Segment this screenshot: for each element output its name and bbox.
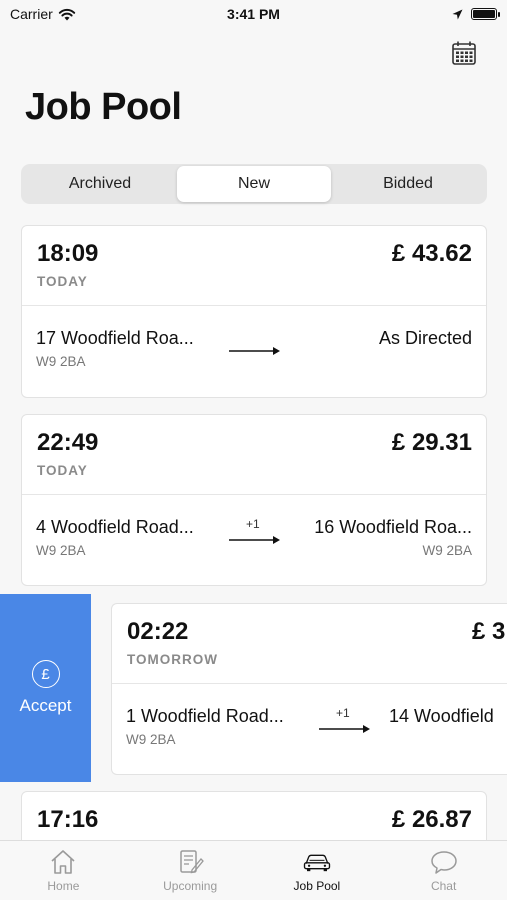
- job-time: 02:22: [127, 618, 189, 645]
- pickup-postcode: W9 2BA: [36, 354, 86, 369]
- pickup-address: 17 Woodfield Roa...: [36, 328, 194, 348]
- dropoff-postcode: W9 2BA: [422, 543, 472, 558]
- notepad-icon: [180, 850, 205, 874]
- carrier-label: Carrier: [10, 6, 53, 22]
- job-route: 1 Woodfield Road... W9 2BA +1 14 Woodfie…: [112, 684, 507, 774]
- tab-chat[interactable]: Chat: [380, 841, 507, 900]
- status-left: Carrier: [10, 6, 76, 22]
- dropoff-address: 14 Woodfield: [389, 706, 494, 726]
- job-card[interactable]: 02:22 TOMORROW £ 3 1 Woodfield Road... W…: [111, 603, 507, 775]
- calendar-icon[interactable]: [451, 40, 477, 66]
- pickup-postcode: W9 2BA: [36, 543, 86, 558]
- tab-label: Home: [47, 879, 80, 893]
- status-right: [452, 8, 500, 20]
- segment-new[interactable]: New: [177, 166, 331, 202]
- job-time: 17:16: [37, 806, 99, 833]
- job-card-header: 02:22 TOMORROW £ 3: [112, 604, 507, 684]
- extra-stops-count: +1: [336, 706, 350, 720]
- job-card[interactable]: 18:09 TODAY £ 43.62 17 Woodfield Roa... …: [21, 225, 487, 398]
- accept-button[interactable]: £ Accept: [0, 594, 91, 782]
- job-price: £ 29.31: [391, 429, 472, 456]
- arrow-right-icon: [229, 347, 280, 355]
- tab-label: Upcoming: [163, 879, 218, 893]
- pickup-address: 1 Woodfield Road...: [126, 706, 284, 726]
- job-card-header: 22:49 TODAY £ 29.31: [22, 415, 486, 495]
- segment-bidded[interactable]: Bidded: [331, 166, 485, 202]
- dropoff-address: 16 Woodfield Roa...: [314, 517, 472, 537]
- arrow-right-icon: [319, 725, 370, 733]
- tab-label: Job Pool: [293, 879, 341, 893]
- segmented-control: Archived New Bidded: [21, 164, 487, 204]
- tab-job-pool[interactable]: Job Pool: [254, 841, 381, 900]
- pickup-postcode: W9 2BA: [126, 732, 176, 747]
- status-bar: Carrier 3:41 PM: [0, 0, 507, 28]
- tab-label: Chat: [430, 879, 457, 893]
- job-time: 22:49: [37, 429, 99, 456]
- job-time: 18:09: [37, 240, 99, 267]
- job-day: TODAY: [37, 274, 88, 289]
- extra-stops-count: +1: [246, 517, 260, 531]
- car-icon: [303, 854, 331, 872]
- job-day: TOMORROW: [127, 652, 218, 667]
- dropoff-address: As Directed: [378, 328, 472, 348]
- job-route: 17 Woodfield Roa... W9 2BA As Directed: [22, 306, 486, 397]
- page-title: Job Pool: [25, 86, 182, 128]
- accept-label: Accept: [19, 696, 72, 715]
- tab-home[interactable]: Home: [0, 841, 127, 900]
- location-arrow-icon: [452, 9, 463, 19]
- job-price: £ 3: [472, 618, 506, 645]
- job-card-header: 18:09 TODAY £ 43.62: [22, 226, 486, 306]
- pound-circle-icon: £: [31, 660, 60, 688]
- wifi-icon: [58, 8, 75, 20]
- segment-archived[interactable]: Archived: [23, 166, 177, 202]
- status-time: 3:41 PM: [227, 6, 280, 22]
- job-day: TODAY: [37, 463, 88, 478]
- battery-icon: [471, 8, 500, 20]
- chat-bubble-icon: [430, 851, 457, 874]
- home-icon: [51, 850, 75, 874]
- job-price: £ 26.87: [391, 806, 472, 833]
- job-card[interactable]: 22:49 TODAY £ 29.31 4 Woodfield Road... …: [21, 414, 487, 586]
- job-price: £ 43.62: [391, 240, 472, 267]
- tab-upcoming[interactable]: Upcoming: [127, 841, 254, 900]
- tab-bar: Home Upcoming Job Pool Chat: [0, 840, 507, 900]
- job-route: 4 Woodfield Road... W9 2BA +1 16 Woodfie…: [22, 495, 486, 585]
- pickup-address: 4 Woodfield Road...: [36, 517, 194, 537]
- arrow-right-icon: [229, 536, 280, 544]
